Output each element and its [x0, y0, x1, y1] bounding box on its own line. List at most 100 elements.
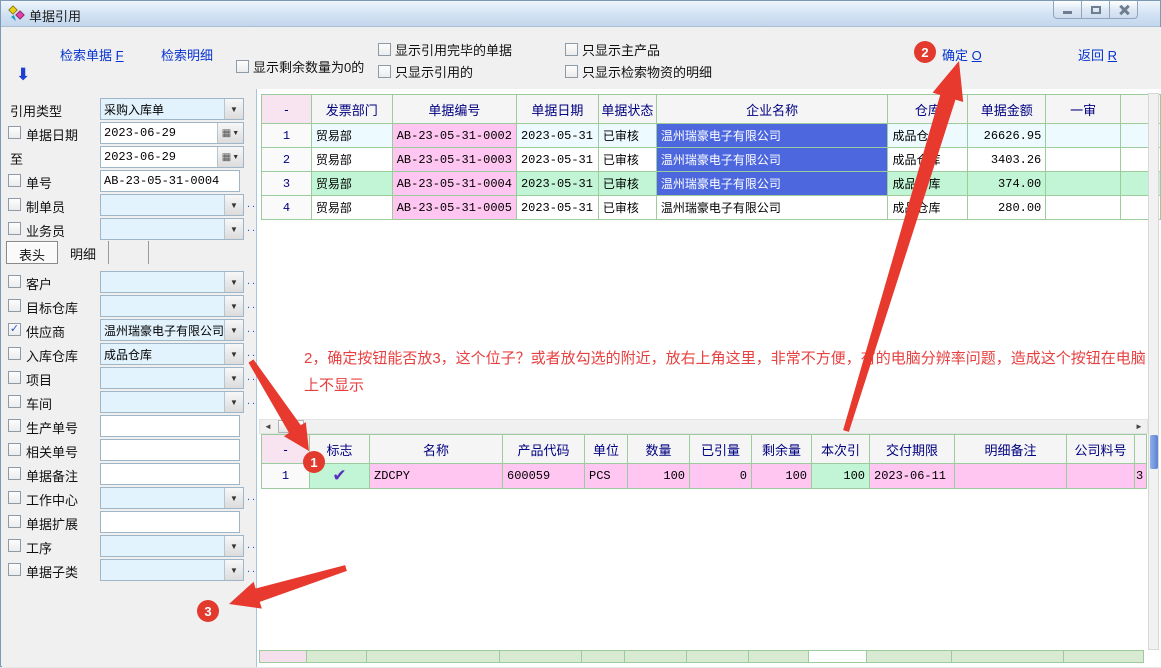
browse-dots[interactable]: ..: [247, 347, 257, 359]
checkbox-box[interactable]: [378, 65, 391, 78]
detail-row[interactable]: 1 ✔ ZDCPY 600059 PCS 100 0 100 100 2023-…: [262, 464, 1147, 489]
col-header[interactable]: 企业名称: [656, 95, 888, 124]
col-header[interactable]: 剩余量: [752, 435, 812, 464]
col-header[interactable]: 公司料号: [1067, 435, 1135, 464]
table-row-selected[interactable]: 3 贸易部 AB-23-05-31-0004 2023-05-31 已审核 温州…: [262, 172, 1161, 196]
date-from-input[interactable]: 2023-06-29 ▦▼: [100, 122, 244, 144]
rel-no-checkbox[interactable]: [8, 443, 21, 456]
supplier-dropdown[interactable]: 温州瑞豪电子有限公司▼: [100, 319, 244, 341]
scrollbar-thumb[interactable]: [278, 420, 304, 433]
minimize-button[interactable]: [1053, 1, 1082, 19]
doc-note-checkbox[interactable]: [8, 467, 21, 480]
checkbox-box[interactable]: [565, 43, 578, 56]
maker-dropdown[interactable]: ▼: [100, 194, 244, 216]
work-center-dropdown[interactable]: ▼: [100, 487, 244, 509]
project-checkbox[interactable]: [8, 371, 21, 384]
chevron-down-icon[interactable]: ▼: [224, 560, 243, 580]
col-header[interactable]: 一审: [1046, 95, 1121, 124]
work-center-checkbox[interactable]: [8, 491, 21, 504]
doc-subclass-dropdown[interactable]: ▼: [100, 559, 244, 581]
maker-checkbox[interactable]: [8, 198, 21, 211]
col-header[interactable]: 名称: [370, 435, 503, 464]
in-warehouse-dropdown[interactable]: 成品仓库▼: [100, 343, 244, 365]
supplier-checkbox[interactable]: ✓: [8, 323, 21, 336]
doc-note-input[interactable]: [100, 463, 240, 485]
customer-checkbox[interactable]: [8, 275, 21, 288]
checkbox-box[interactable]: [565, 65, 578, 78]
chevron-down-icon[interactable]: ▼: [224, 536, 243, 556]
scrollbar-thumb[interactable]: [1150, 435, 1158, 469]
qty-this-ref-cell[interactable]: 100: [812, 464, 870, 489]
vertical-scrollbar[interactable]: [1148, 93, 1159, 650]
col-header[interactable]: 明细备注: [955, 435, 1067, 464]
col-header[interactable]: 已引量: [690, 435, 752, 464]
salesman-dropdown[interactable]: ▼: [100, 218, 244, 240]
target-warehouse-checkbox[interactable]: [8, 299, 21, 312]
in-warehouse-checkbox[interactable]: [8, 347, 21, 360]
prod-no-input[interactable]: [100, 415, 240, 437]
table-row[interactable]: 2 贸易部 AB-23-05-31-0003 2023-05-31 已审核 温州…: [262, 148, 1161, 172]
col-header[interactable]: 数量: [628, 435, 690, 464]
horizontal-scrollbar[interactable]: ◄ ►: [259, 419, 1148, 434]
workshop-checkbox[interactable]: [8, 395, 21, 408]
col-header[interactable]: 单据编号: [392, 95, 516, 124]
browse-dots[interactable]: ..: [247, 299, 257, 311]
checkbox-only-main-product[interactable]: 只显示主产品: [565, 40, 660, 59]
col-header[interactable]: 单位: [585, 435, 628, 464]
browse-dots[interactable]: ..: [247, 323, 257, 335]
chevron-down-icon[interactable]: ▼: [224, 488, 243, 508]
checkbox-only-referenced[interactable]: 只显示引用的: [378, 62, 473, 81]
doc-ext-input[interactable]: [100, 511, 240, 533]
chevron-down-icon[interactable]: ▼: [224, 296, 243, 316]
doc-no-input[interactable]: [100, 170, 240, 192]
col-header[interactable]: 交付期限: [870, 435, 955, 464]
flag-check-icon[interactable]: ✔: [310, 464, 370, 489]
salesman-checkbox[interactable]: [8, 222, 21, 235]
confirm-button[interactable]: 确定 O: [942, 45, 982, 64]
date-from-checkbox[interactable]: [8, 126, 21, 139]
table-row[interactable]: 1 贸易部 AB-23-05-31-0002 2023-05-31 已审核 温州…: [262, 124, 1161, 148]
col-header[interactable]: 本次引: [812, 435, 870, 464]
ref-type-dropdown[interactable]: 采购入库单 ▼: [100, 98, 244, 120]
col-header[interactable]: 单据日期: [516, 95, 598, 124]
tab-detail[interactable]: 明细: [58, 241, 109, 264]
download-arrow-icon[interactable]: ⬇: [16, 65, 30, 85]
chevron-down-icon[interactable]: ▼: [224, 195, 243, 215]
close-button[interactable]: [1109, 1, 1138, 19]
process-dropdown[interactable]: ▼: [100, 535, 244, 557]
checkbox-box[interactable]: [236, 60, 249, 73]
browse-dots[interactable]: ..: [247, 491, 257, 503]
col-header[interactable]: -: [262, 95, 312, 124]
overflow-cell[interactable]: 3: [1135, 464, 1147, 489]
browse-dots[interactable]: ..: [247, 539, 257, 551]
prod-no-checkbox[interactable]: [8, 419, 21, 432]
col-header[interactable]: 仓库: [888, 95, 968, 124]
back-button[interactable]: 返回 R: [1078, 45, 1117, 64]
chevron-down-icon[interactable]: ▼: [224, 272, 243, 292]
rel-no-input[interactable]: [100, 439, 240, 461]
browse-dots[interactable]: ..: [247, 275, 257, 287]
checkbox-only-searched-detail[interactable]: 只显示检索物资的明细: [565, 62, 712, 81]
maximize-button[interactable]: [1081, 1, 1110, 19]
browse-dots[interactable]: ..: [247, 563, 257, 575]
doc-subclass-checkbox[interactable]: [8, 563, 21, 576]
calendar-icon[interactable]: ▦▼: [217, 147, 243, 167]
col-header[interactable]: 标志: [310, 435, 370, 464]
scroll-right-icon[interactable]: ►: [1131, 420, 1147, 433]
target-warehouse-dropdown[interactable]: ▼: [100, 295, 244, 317]
process-checkbox[interactable]: [8, 539, 21, 552]
scroll-left-icon[interactable]: ◄: [260, 420, 276, 433]
chevron-down-icon[interactable]: ▼: [224, 99, 243, 119]
chevron-down-icon[interactable]: ▼: [224, 320, 243, 340]
col-header[interactable]: 单据金额: [968, 95, 1046, 124]
workshop-dropdown[interactable]: ▼: [100, 391, 244, 413]
checkbox-show-ref-finished[interactable]: 显示引用完毕的单据: [378, 40, 512, 59]
search-detail-button[interactable]: 检索明细: [161, 45, 213, 64]
browse-dots[interactable]: ..: [247, 395, 257, 407]
chevron-down-icon[interactable]: ▼: [224, 344, 243, 364]
doc-ext-checkbox[interactable]: [8, 515, 21, 528]
col-header[interactable]: -: [262, 435, 310, 464]
date-to-input[interactable]: 2023-06-29 ▦▼: [100, 146, 244, 168]
chevron-down-icon[interactable]: ▼: [224, 219, 243, 239]
tab-header[interactable]: 表头: [6, 241, 58, 264]
